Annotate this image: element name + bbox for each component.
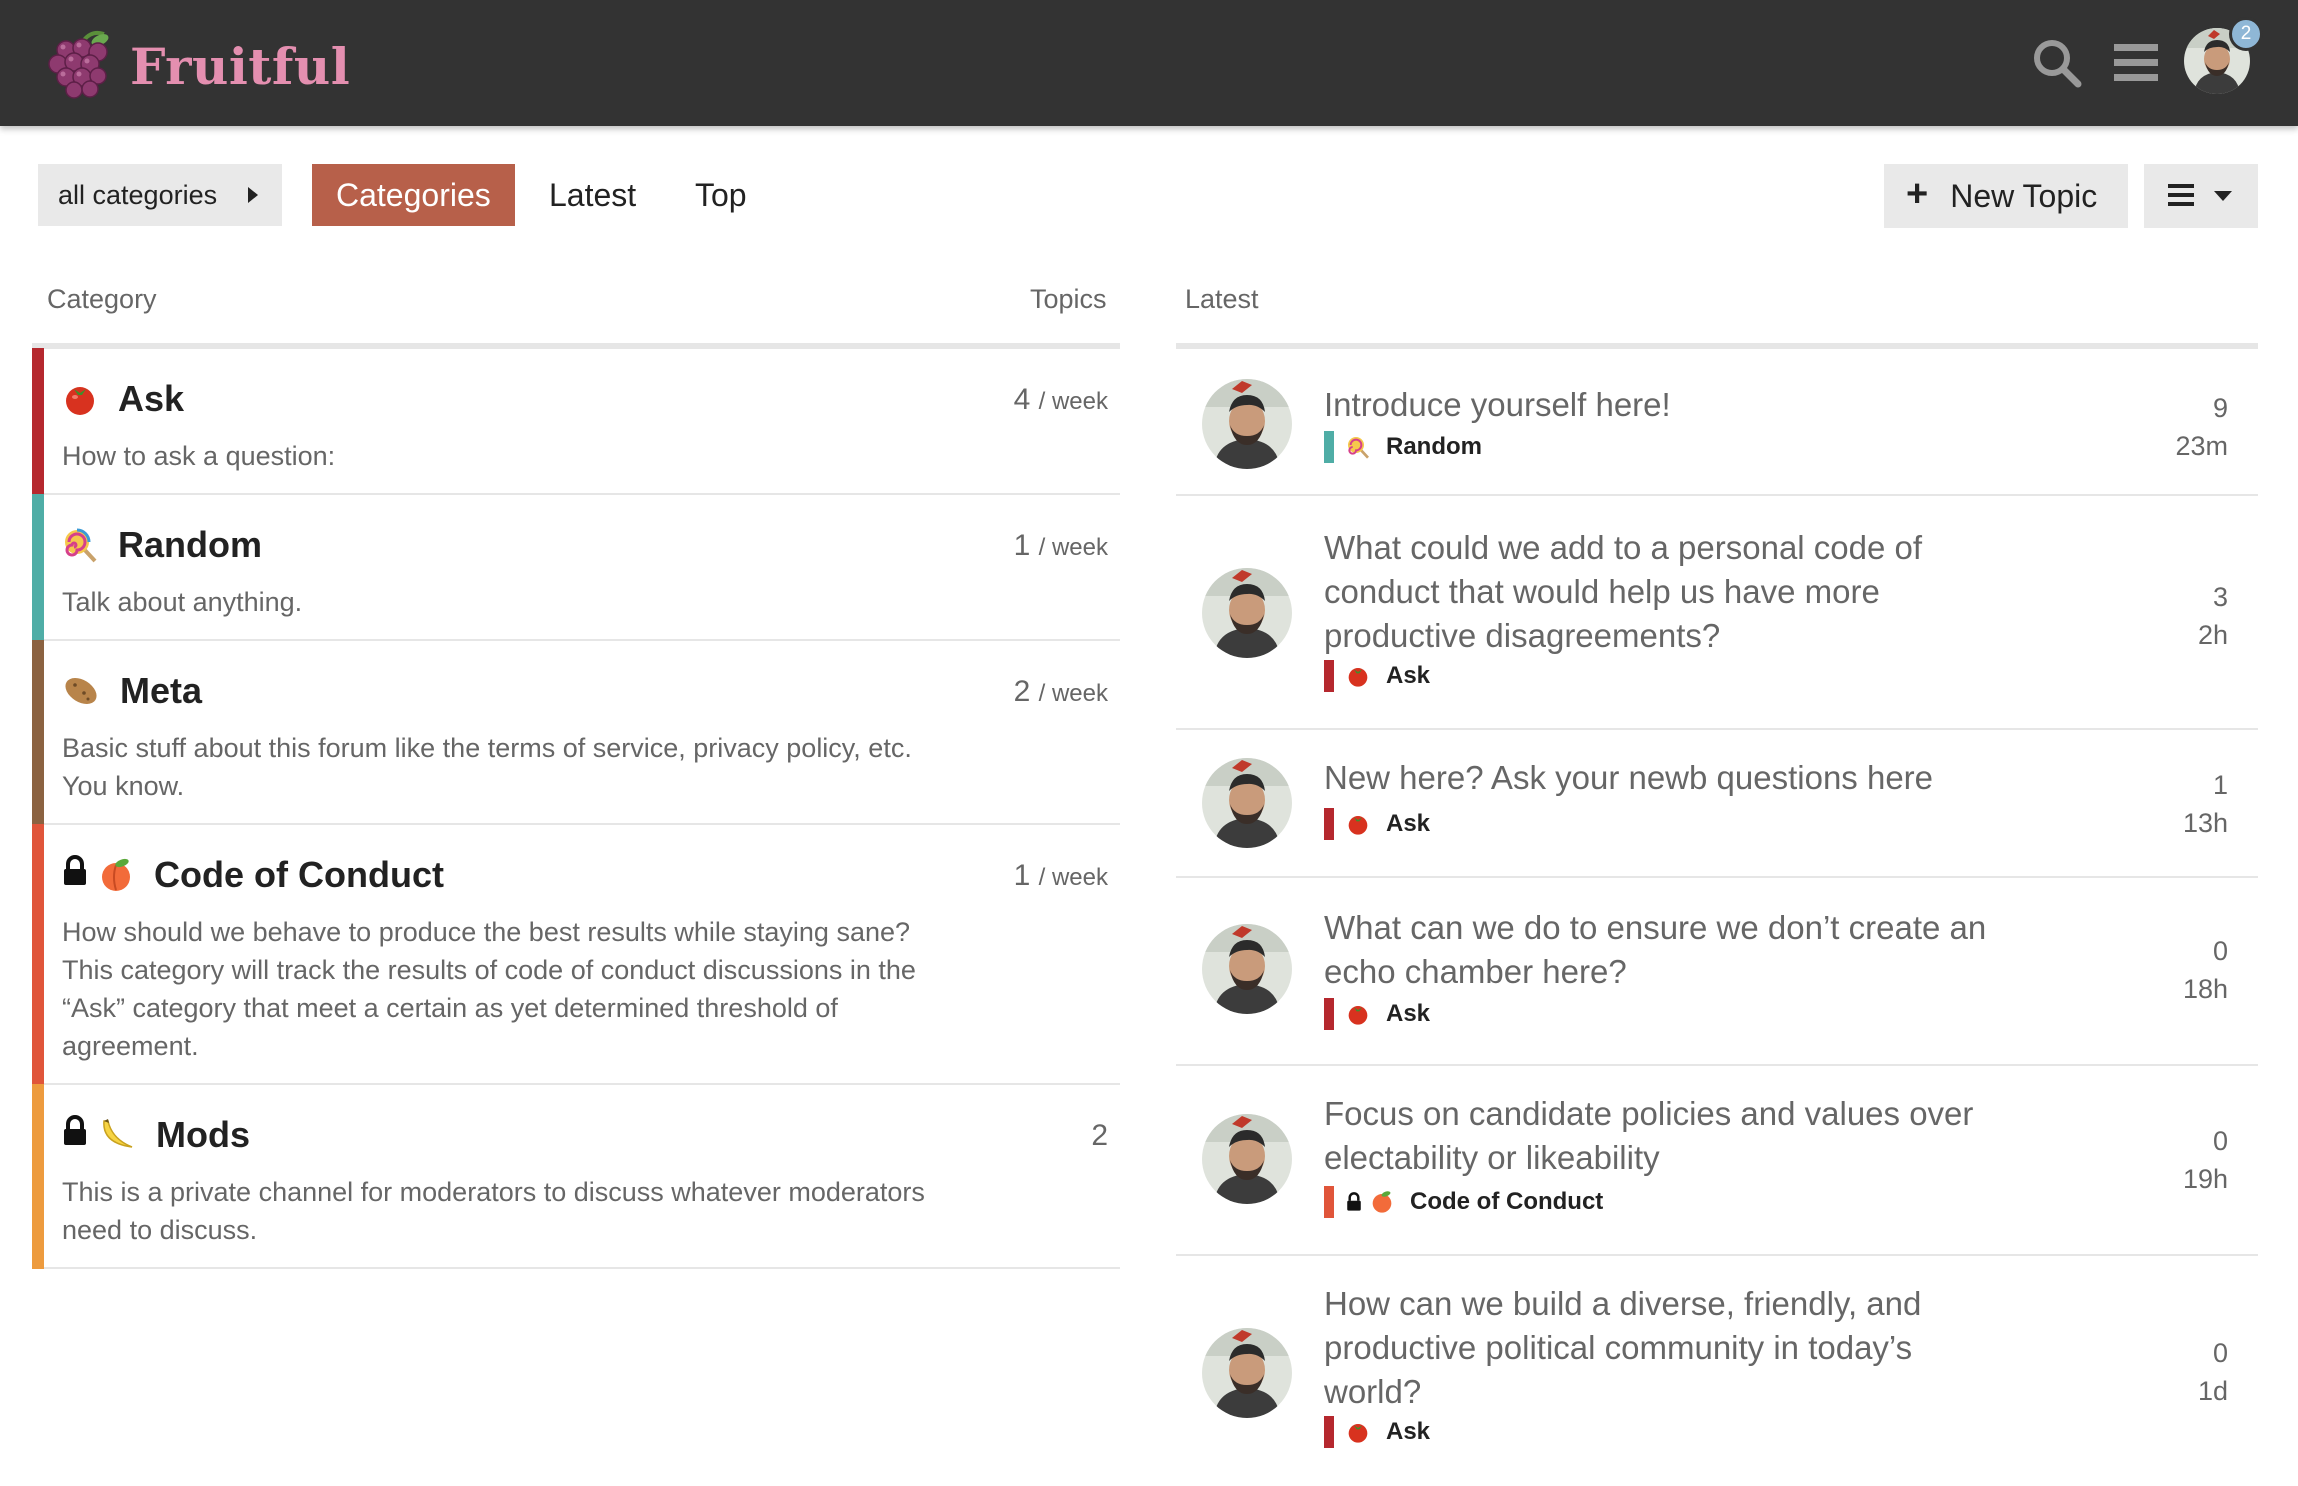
- hamburger-menu-icon[interactable]: [2110, 36, 2164, 90]
- list-icon: [2168, 184, 2194, 206]
- activity-age[interactable]: 1d: [2198, 1376, 2228, 1407]
- user-avatar[interactable]: [1202, 758, 1292, 848]
- category-row-meta[interactable]: Meta Basic stuff about this forum like t…: [32, 640, 1120, 825]
- category-row-mods[interactable]: Mods This is a private channel for moder…: [32, 1084, 1120, 1269]
- category-description: How to ask a question:: [62, 441, 336, 471]
- category-color-bar: [32, 494, 44, 641]
- column-header-latest[interactable]: Latest: [1185, 284, 1259, 315]
- category-row-code-of-conduct[interactable]: Code of Conduct How should we behave to …: [32, 824, 1120, 1085]
- category-row-ask[interactable]: Ask How to ask a question: 4 / week: [32, 348, 1120, 495]
- category-description: How should we behave to produce the best…: [62, 917, 916, 1061]
- new-topic-button[interactable]: + New Topic: [1884, 164, 2128, 228]
- category-color-bar: [32, 824, 44, 1085]
- category-name[interactable]: Meta: [120, 670, 202, 712]
- column-header-topics[interactable]: Topics: [1030, 284, 1107, 315]
- topic-row[interactable]: Introduce yourself here! Random 9 23m: [1176, 349, 2258, 496]
- category-description: Talk about anything.: [62, 587, 303, 617]
- topic-count: 4 / week: [1013, 383, 1108, 416]
- topic-title[interactable]: New here? Ask your newb questions here: [1324, 756, 2004, 800]
- breadcrumb-label: all categories: [58, 179, 218, 210]
- lock-icon: [62, 1114, 88, 1156]
- tomato-icon: [1346, 812, 1370, 836]
- tab-top[interactable]: Top: [695, 164, 747, 226]
- column-header-category[interactable]: Category: [47, 284, 157, 315]
- topic-title[interactable]: What could we add to a personal code of …: [1324, 526, 2004, 658]
- tab-categories[interactable]: Categories: [312, 164, 515, 226]
- topic-title[interactable]: Introduce yourself here!: [1324, 383, 2004, 427]
- notification-level-dropdown[interactable]: [2144, 164, 2258, 228]
- lollipop-icon: [1346, 435, 1370, 459]
- site-logo[interactable]: Fruitful: [44, 26, 350, 107]
- peach-icon: [98, 857, 134, 893]
- activity-age[interactable]: 13h: [2183, 808, 2228, 839]
- site-header: Fruitful 2: [0, 0, 2298, 126]
- new-topic-label: New Topic: [1950, 177, 2098, 214]
- banana-icon: [98, 1117, 136, 1153]
- reply-count[interactable]: 0: [2213, 936, 2228, 967]
- reply-count[interactable]: 0: [2213, 1338, 2228, 1369]
- plus-icon: +: [1906, 172, 1929, 215]
- topic-title[interactable]: What can we do to ensure we don’t create…: [1324, 906, 2004, 994]
- activity-age[interactable]: 18h: [2183, 974, 2228, 1005]
- reply-count[interactable]: 9: [2213, 393, 2228, 424]
- site-title: Fruitful: [130, 37, 351, 96]
- tomato-icon: [1346, 1002, 1370, 1026]
- category-badge[interactable]: Ask: [1324, 660, 1430, 692]
- activity-age[interactable]: 2h: [2198, 620, 2228, 651]
- category-badge[interactable]: Code of Conduct: [1324, 1186, 1603, 1218]
- tomato-icon: [1346, 1420, 1370, 1444]
- lock-icon: [1346, 1192, 1362, 1212]
- tomato-icon: [62, 381, 98, 417]
- category-name[interactable]: Mods: [156, 1114, 250, 1156]
- category-breadcrumb-dropdown[interactable]: all categories: [38, 164, 282, 226]
- user-avatar[interactable]: [1202, 568, 1292, 658]
- topic-title[interactable]: Focus on candidate policies and values o…: [1324, 1092, 2004, 1180]
- category-badge[interactable]: Ask: [1324, 808, 1430, 840]
- potato-icon: [62, 673, 100, 709]
- user-avatar[interactable]: [1202, 924, 1292, 1014]
- category-name[interactable]: Ask: [118, 378, 184, 420]
- category-name[interactable]: Code of Conduct: [154, 854, 444, 896]
- topic-row[interactable]: Focus on candidate policies and values o…: [1176, 1066, 2258, 1256]
- activity-age[interactable]: 23m: [2175, 431, 2228, 462]
- category-name[interactable]: Random: [118, 524, 262, 566]
- reply-count[interactable]: 1: [2213, 770, 2228, 801]
- category-description: Basic stuff about this forum like the te…: [62, 733, 912, 801]
- reply-count[interactable]: 3: [2213, 582, 2228, 613]
- category-color-bar: [32, 348, 44, 495]
- topic-count: 2: [1091, 1119, 1108, 1152]
- category-color-bar: [32, 1084, 44, 1269]
- caret-right-icon: [248, 187, 258, 203]
- topic-row[interactable]: How can we build a diverse, friendly, an…: [1176, 1256, 2258, 1461]
- search-icon[interactable]: [2030, 36, 2084, 90]
- topic-count: 1 / week: [1013, 859, 1108, 892]
- tab-latest[interactable]: Latest: [549, 164, 636, 226]
- category-row-random[interactable]: Random Talk about anything. 1 / week: [32, 494, 1120, 641]
- grape-logo-icon: [44, 26, 120, 107]
- user-avatar[interactable]: [1202, 1328, 1292, 1418]
- category-badge[interactable]: Ask: [1324, 998, 1430, 1030]
- topic-count: 2 / week: [1013, 675, 1108, 708]
- topic-row[interactable]: What could we add to a personal code of …: [1176, 496, 2258, 730]
- notification-badge[interactable]: 2: [2229, 17, 2263, 51]
- category-badge[interactable]: Random: [1324, 431, 1482, 463]
- activity-age[interactable]: 19h: [2183, 1164, 2228, 1195]
- category-color-bar: [32, 640, 44, 825]
- caret-down-icon: [2214, 191, 2232, 201]
- topic-count: 1 / week: [1013, 529, 1108, 562]
- topic-title[interactable]: How can we build a diverse, friendly, an…: [1324, 1282, 2004, 1414]
- user-avatar[interactable]: [1202, 1114, 1292, 1204]
- reply-count[interactable]: 0: [2213, 1126, 2228, 1157]
- category-list: Ask How to ask a question: 4 / week Rand…: [32, 343, 1120, 1269]
- category-badge[interactable]: Ask: [1324, 1416, 1430, 1448]
- topic-row[interactable]: New here? Ask your newb questions here A…: [1176, 730, 2258, 878]
- latest-topic-list: Introduce yourself here! Random 9 23m Wh…: [1176, 343, 2258, 1461]
- user-avatar[interactable]: [1202, 379, 1292, 469]
- lock-icon: [62, 854, 88, 896]
- topic-row[interactable]: What can we do to ensure we don’t create…: [1176, 878, 2258, 1066]
- lollipop-icon: [62, 527, 98, 563]
- peach-icon: [1370, 1190, 1394, 1214]
- tomato-icon: [1346, 664, 1370, 688]
- category-description: This is a private channel for moderators…: [62, 1177, 925, 1245]
